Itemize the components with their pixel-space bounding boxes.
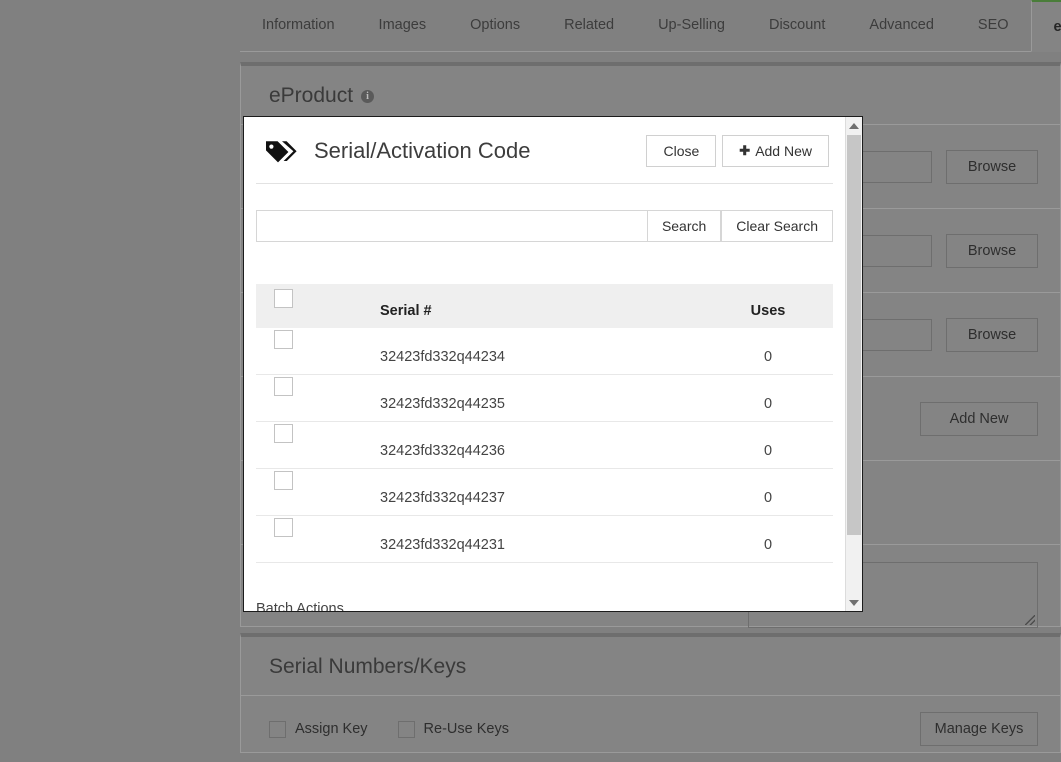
uses-column-header: Uses	[703, 284, 833, 328]
row-uses-value: 0	[703, 516, 833, 562]
search-row: Search Clear Search	[256, 210, 833, 242]
clear-search-button[interactable]: Clear Search	[721, 210, 833, 242]
re-use-keys-checkbox[interactable]	[398, 721, 415, 738]
assign-key-label: Assign Key	[295, 721, 368, 737]
modal-title: Serial/Activation Code	[314, 138, 646, 164]
row-checkbox[interactable]	[274, 377, 293, 396]
row-checkbox[interactable]	[274, 424, 293, 443]
row-serial-cell: 32423fd332q44237	[376, 469, 703, 516]
browse-button-3[interactable]: Browse	[946, 318, 1038, 352]
row-serial-cell: 32423fd332q44236	[376, 422, 703, 469]
serial-panel-title: Serial Numbers/Keys	[241, 637, 1060, 696]
row-select-cell	[256, 328, 376, 375]
product-tabs: Information Images Options Related Up-Se…	[240, 0, 1061, 52]
batch-actions-label[interactable]: Batch Actions	[256, 601, 833, 611]
row-uses-value: 0	[703, 422, 833, 468]
table-row[interactable]: 32423fd332q44231 0	[256, 516, 833, 563]
row-uses-cell: 0	[703, 328, 833, 375]
info-icon[interactable]: i	[361, 90, 374, 103]
browse-button-1[interactable]: Browse	[946, 150, 1038, 184]
serial-activation-code-modal: Serial/Activation Code Close ✚ Add New S…	[243, 116, 863, 612]
serials-table-body: 32423fd332q44234 0 32423fd332q44235 0 32…	[256, 328, 833, 563]
close-button[interactable]: Close	[646, 135, 716, 167]
table-header-row: Serial # Uses	[256, 284, 833, 328]
search-button[interactable]: Search	[647, 210, 721, 242]
modal-header: Serial/Activation Code Close ✚ Add New	[256, 117, 833, 184]
row-uses-value: 0	[703, 469, 833, 515]
row-serial-value: 32423fd332q44236	[376, 422, 703, 468]
serials-table: Serial # Uses 32423fd332q44234 0	[256, 284, 833, 563]
table-row[interactable]: 32423fd332q44235 0	[256, 375, 833, 422]
tab-options[interactable]: Options	[448, 0, 542, 51]
serial-numbers-panel: Serial Numbers/Keys Assign Key Re-Use Ke…	[240, 633, 1061, 753]
re-use-keys-checkbox-row[interactable]: Re-Use Keys	[398, 721, 509, 738]
table-row[interactable]: 32423fd332q44236 0	[256, 422, 833, 469]
row-uses-value: 0	[703, 328, 833, 374]
row-uses-cell: 0	[703, 375, 833, 422]
scroll-down-arrow-icon[interactable]	[846, 594, 862, 611]
row-checkbox[interactable]	[274, 471, 293, 490]
row-select-cell	[256, 375, 376, 422]
eproduct-title-text: eProduct	[269, 84, 353, 108]
uses-header-label: Uses	[703, 284, 833, 328]
row-serial-value: 32423fd332q44235	[376, 375, 703, 421]
row-serial-cell: 32423fd332q44231	[376, 516, 703, 563]
serial-header-label: Serial #	[376, 284, 703, 328]
plus-icon: ✚	[739, 143, 750, 159]
assign-key-checkbox-row[interactable]: Assign Key	[269, 721, 368, 738]
row-serial-cell: 32423fd332q44234	[376, 328, 703, 375]
row-checkbox[interactable]	[274, 518, 293, 537]
modal-content: Serial/Activation Code Close ✚ Add New S…	[244, 117, 845, 611]
assign-key-checkbox[interactable]	[269, 721, 286, 738]
tab-information[interactable]: Information	[240, 0, 357, 51]
table-row[interactable]: 32423fd332q44234 0	[256, 328, 833, 375]
add-new-button[interactable]: ✚ Add New	[722, 135, 829, 167]
row-select-cell	[256, 422, 376, 469]
serial-keys-row: Assign Key Re-Use Keys Manage Keys	[241, 696, 1060, 762]
search-input[interactable]	[256, 210, 647, 242]
row-select-cell	[256, 469, 376, 516]
tab-advanced[interactable]: Advanced	[847, 0, 956, 51]
modal-body: Serial/Activation Code Close ✚ Add New S…	[244, 117, 845, 611]
scroll-up-arrow-icon[interactable]	[846, 117, 862, 134]
tab-up-selling[interactable]: Up-Selling	[636, 0, 747, 51]
manage-keys-button[interactable]: Manage Keys	[920, 712, 1038, 746]
modal-scrollbar[interactable]	[845, 117, 862, 611]
row-serial-value: 32423fd332q44234	[376, 328, 703, 374]
re-use-keys-label: Re-Use Keys	[424, 721, 509, 737]
serials-table-head: Serial # Uses	[256, 284, 833, 328]
tab-related[interactable]: Related	[542, 0, 636, 51]
add-new-button-label: Add New	[755, 143, 812, 159]
row-serial-value: 32423fd332q44231	[376, 516, 703, 562]
row-uses-cell: 0	[703, 469, 833, 516]
row-select-cell	[256, 516, 376, 563]
tab-seo[interactable]: SEO	[956, 0, 1031, 51]
row-serial-value: 32423fd332q44237	[376, 469, 703, 515]
row-uses-value: 0	[703, 375, 833, 421]
row-uses-cell: 0	[703, 422, 833, 469]
tab-discount[interactable]: Discount	[747, 0, 847, 51]
select-all-checkbox[interactable]	[274, 289, 293, 308]
table-row[interactable]: 32423fd332q44237 0	[256, 469, 833, 516]
tab-images[interactable]: Images	[357, 0, 449, 51]
modal-header-buttons: Close ✚ Add New	[646, 135, 829, 167]
row-checkbox[interactable]	[274, 330, 293, 349]
serial-column-header: Serial #	[376, 284, 703, 328]
select-all-header	[256, 284, 376, 328]
eproduct-add-new-button[interactable]: Add New	[920, 402, 1038, 436]
row-serial-cell: 32423fd332q44235	[376, 375, 703, 422]
browse-button-2[interactable]: Browse	[946, 234, 1038, 268]
tags-icon	[264, 137, 298, 165]
tab-eproducts[interactable]: eProducts	[1031, 0, 1061, 52]
row-uses-cell: 0	[703, 516, 833, 563]
scrollbar-thumb[interactable]	[847, 135, 861, 535]
